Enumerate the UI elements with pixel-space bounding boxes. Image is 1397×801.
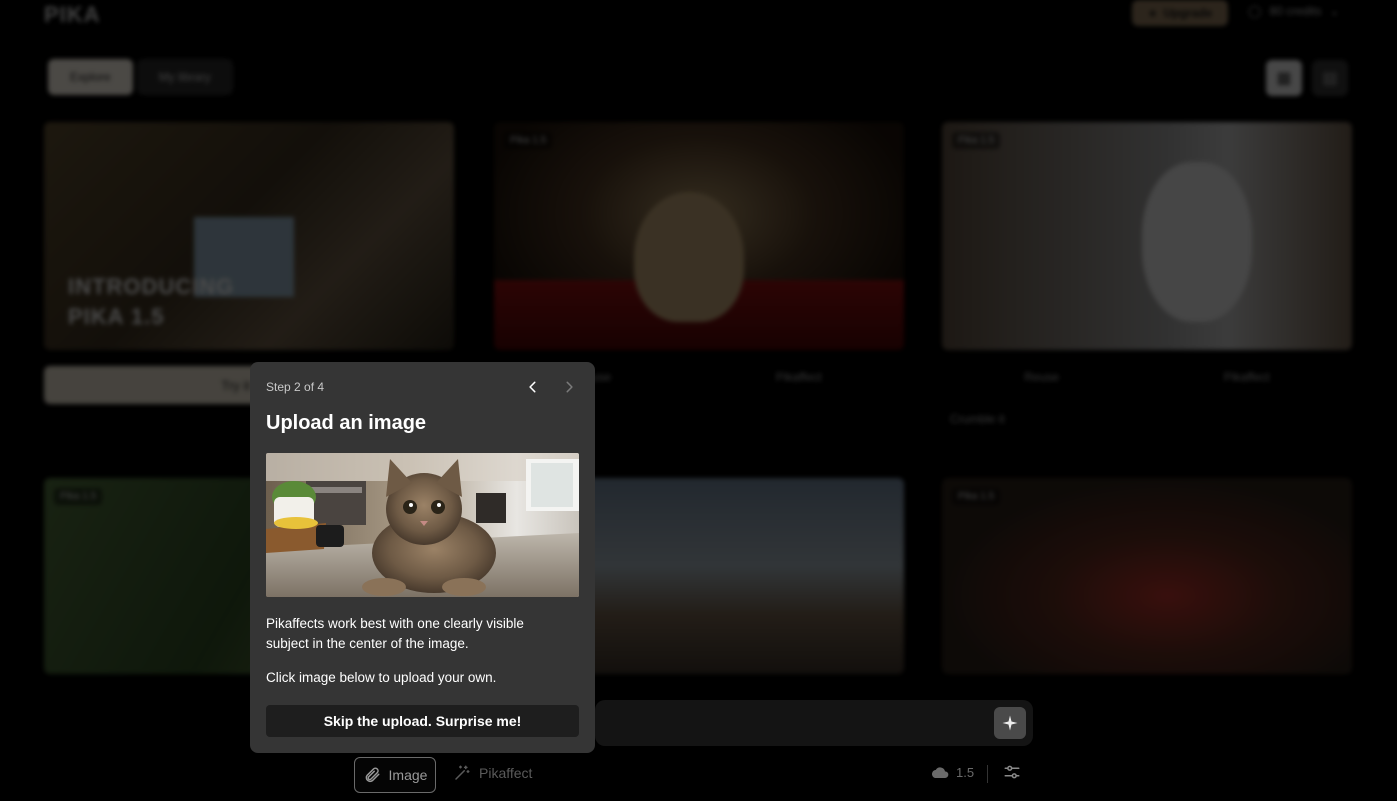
upload-hint: Click image below to upload your own. bbox=[266, 670, 497, 685]
prompt-bar[interactable] bbox=[595, 700, 1033, 746]
upgrade-button[interactable]: ★ Upgrade bbox=[1132, 0, 1228, 26]
tab-my-library[interactable]: My library bbox=[136, 59, 233, 95]
previous-step-button[interactable] bbox=[521, 376, 545, 398]
chevron-right-icon bbox=[566, 381, 573, 393]
featured-card[interactable]: INTRODUCING PIKA 1.5 bbox=[44, 122, 454, 350]
credits-icon: ◯ bbox=[1248, 4, 1262, 18]
list-view-icon[interactable]: ▤ bbox=[1312, 60, 1348, 96]
image-button[interactable]: Image bbox=[354, 757, 436, 793]
gallery-tabs: Explore My library bbox=[48, 59, 233, 95]
popover-title: Upload an image bbox=[266, 412, 427, 434]
popover-description: Pikaffects work best with one clearly vi… bbox=[266, 616, 524, 651]
sample-image-upload[interactable] bbox=[266, 453, 579, 597]
remix-button[interactable]: Pikaffect bbox=[776, 370, 822, 384]
card-actions: Reuse Pikaffect bbox=[942, 366, 1352, 388]
next-step-button[interactable] bbox=[557, 376, 581, 398]
card-meta: Crumble it bbox=[950, 412, 1005, 426]
featured-title-line1: INTRODUCING bbox=[68, 274, 235, 299]
upgrade-label: Upgrade bbox=[1163, 6, 1213, 20]
cloud-icon bbox=[931, 766, 949, 778]
view-toggle: ▦ ▤ bbox=[1266, 60, 1348, 96]
pikaffect-button-label: Pikaffect bbox=[479, 765, 533, 781]
model-chip: Pika 1.5 bbox=[54, 488, 103, 505]
toolbar-divider bbox=[987, 765, 988, 783]
skip-upload-button[interactable]: Skip the upload. Surprise me! bbox=[266, 705, 579, 737]
remix-button[interactable]: Pikaffect bbox=[1224, 370, 1270, 384]
model-chip: Pika 1.5 bbox=[504, 132, 553, 149]
image-button-label: Image bbox=[388, 767, 428, 783]
kitten-photo bbox=[266, 453, 579, 597]
grid-view-icon[interactable]: ▦ bbox=[1266, 60, 1302, 96]
model-chip: Pika 1.5 bbox=[952, 132, 1001, 149]
background-app: PIKA ★ Upgrade ◯ 80 credits ⌄ Explore My… bbox=[0, 0, 1397, 801]
model-version: 1.5 bbox=[956, 765, 975, 780]
video-card-cat[interactable]: Pika 1.5 bbox=[942, 122, 1352, 350]
tab-explore[interactable]: Explore bbox=[48, 59, 133, 95]
video-card-buddha[interactable]: Pika 1.5 bbox=[942, 478, 1352, 674]
credits-menu[interactable]: ◯ 80 credits ⌄ bbox=[1248, 4, 1340, 18]
sparkle-icon bbox=[1002, 715, 1018, 731]
reuse-button[interactable]: Reuse bbox=[1024, 370, 1059, 384]
card-subject bbox=[1142, 162, 1252, 322]
step-indicator: Step 2 of 4 bbox=[266, 380, 325, 394]
paperclip-icon bbox=[365, 767, 380, 783]
settings-sliders-icon[interactable] bbox=[1003, 763, 1021, 786]
generate-button[interactable] bbox=[994, 707, 1026, 739]
card-subject bbox=[634, 192, 744, 322]
app-logo[interactable]: PIKA bbox=[44, 2, 101, 28]
video-card-rabbit[interactable]: Pika 1.5 bbox=[494, 122, 904, 350]
credits-label: 80 credits bbox=[1269, 4, 1322, 18]
featured-title: INTRODUCING PIKA 1.5 bbox=[68, 272, 234, 332]
magic-wand-icon bbox=[455, 765, 470, 780]
chevron-left-icon bbox=[529, 381, 536, 393]
featured-title-line2: PIKA 1.5 bbox=[68, 304, 165, 329]
model-chip: Pika 1.5 bbox=[952, 488, 1001, 505]
star-icon: ★ bbox=[1147, 7, 1158, 20]
onboarding-popover: Step 2 of 4 Upload an image Pikaffects w… bbox=[250, 362, 595, 753]
pikaffect-button[interactable]: Pikaffect bbox=[453, 764, 532, 782]
model-selector[interactable]: 1.5 bbox=[930, 765, 974, 780]
chevron-down-icon: ⌄ bbox=[1329, 4, 1340, 18]
